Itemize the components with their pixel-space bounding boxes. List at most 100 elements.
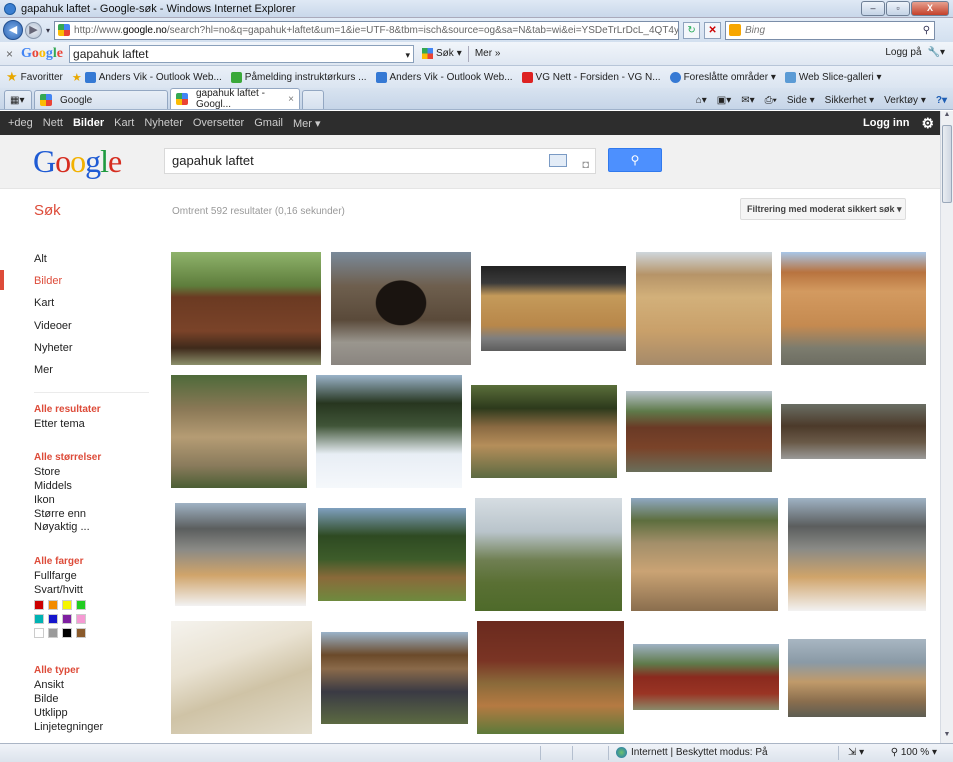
favorite-item[interactable]: Foreslåtte områder ▾ <box>669 71 776 83</box>
login-link[interactable]: Logg inn <box>863 117 909 129</box>
tools-menu[interactable]: Verktøy ▾ <box>884 95 926 106</box>
image-result[interactable] <box>626 391 772 472</box>
favorite-item[interactable]: Anders Vik - Outlook Web... <box>375 71 513 83</box>
gbar-more[interactable]: Mer ▾ <box>293 117 321 130</box>
gbar-maps[interactable]: Kart <box>114 117 134 129</box>
toolbar-search-button[interactable]: Søk ▾ <box>422 48 462 59</box>
color-swatch[interactable] <box>34 628 44 638</box>
gbar-web[interactable]: Nett <box>43 117 63 129</box>
image-result[interactable] <box>331 252 471 365</box>
sidebar-item-images[interactable]: Bilder <box>34 275 62 287</box>
close-tab-icon[interactable]: × <box>288 94 294 105</box>
filter-size-exact[interactable]: Nøyaktig ... <box>34 521 90 533</box>
gbar-images[interactable]: Bilder <box>73 117 104 129</box>
scroll-up-icon[interactable]: ▲ <box>942 111 952 123</box>
image-result[interactable] <box>631 498 778 611</box>
image-result[interactable] <box>481 266 626 351</box>
image-result[interactable] <box>318 508 466 601</box>
forward-button[interactable]: ▶ <box>25 21 42 39</box>
vertical-scrollbar[interactable]: ▲ ▼ <box>940 111 953 743</box>
image-result[interactable] <box>175 503 306 606</box>
image-result[interactable] <box>636 252 772 365</box>
help-menu[interactable]: ?▾ <box>936 95 947 106</box>
image-result[interactable] <box>471 385 617 478</box>
color-swatch[interactable] <box>48 614 58 624</box>
image-result[interactable] <box>171 621 312 734</box>
google-logo[interactable]: Google <box>33 143 122 180</box>
zoom-control[interactable]: ⚲ 100 % ▾ <box>891 747 937 758</box>
toolbar-search-input[interactable]: gapahuk laftet <box>69 44 415 63</box>
color-swatch[interactable] <box>34 600 44 610</box>
image-result[interactable] <box>781 252 926 365</box>
wrench-icon[interactable]: 🔧▾ <box>928 47 945 58</box>
filter-type-line-drawing[interactable]: Linjetegninger <box>34 721 103 733</box>
back-button[interactable]: ◀ <box>3 20 23 40</box>
minimize-button[interactable]: – <box>861 1 885 16</box>
gbar-translate[interactable]: Oversetter <box>193 117 244 129</box>
tab-google[interactable]: Google <box>34 90 168 109</box>
search-button[interactable]: ⚲ <box>608 148 662 172</box>
color-swatch[interactable] <box>34 614 44 624</box>
image-result[interactable] <box>477 621 624 734</box>
scroll-down-icon[interactable]: ▼ <box>942 731 952 743</box>
url-input[interactable]: http://www. google.no/search?hl=no&q=gapa… <box>54 20 680 40</box>
maximize-button[interactable]: ▫ <box>886 1 910 16</box>
toolbar-login-link[interactable]: Logg på <box>885 47 921 58</box>
favorites-button[interactable]: ★ Favoritter <box>6 69 63 85</box>
filter-all-colors[interactable]: Alle farger <box>34 556 83 567</box>
filter-all-sizes[interactable]: Alle størrelser <box>34 452 101 463</box>
color-swatch[interactable] <box>76 628 86 638</box>
filter-size-medium[interactable]: Middels <box>34 480 72 492</box>
filter-type-face[interactable]: Ansikt <box>34 679 64 691</box>
filter-type-photo[interactable]: Bilde <box>34 693 58 705</box>
color-swatch[interactable] <box>76 600 86 610</box>
favorite-item[interactable]: Web Slice-galleri ▾ <box>784 71 882 83</box>
keyboard-icon[interactable] <box>549 154 567 167</box>
scroll-thumb[interactable] <box>942 125 952 203</box>
image-result[interactable] <box>171 252 321 365</box>
bing-search-input[interactable]: Bing ⚲ <box>725 20 936 40</box>
toolbar-close-icon[interactable]: × <box>6 47 13 61</box>
image-result[interactable] <box>633 644 779 710</box>
home-icon[interactable]: ⌂▾ <box>696 95 707 106</box>
color-swatch[interactable] <box>48 628 58 638</box>
color-swatch[interactable] <box>48 600 58 610</box>
camera-icon[interactable]: ◘ <box>582 153 589 177</box>
favorite-item[interactable]: Påmelding instruktørkurs ... <box>230 71 367 83</box>
page-menu[interactable]: Side ▾ <box>787 95 815 106</box>
gbar-plus[interactable]: +deg <box>8 117 33 129</box>
security-zone[interactable]: Internett | Beskyttet modus: På <box>616 747 768 758</box>
search-icon[interactable]: ⚲ <box>923 25 930 36</box>
add-favorite-icon[interactable]: ★ <box>72 71 82 84</box>
close-window-button[interactable]: X <box>911 1 949 16</box>
protected-mode-icon[interactable]: ⇲ ▾ <box>848 747 864 758</box>
safe-search-button[interactable]: Filtrering med moderat sikkert søk ▾ <box>740 198 906 220</box>
safety-menu[interactable]: Sikkerhet ▾ <box>825 95 874 106</box>
sidebar-item-more[interactable]: Mer <box>34 364 53 376</box>
stop-icon[interactable]: ✕ <box>704 21 722 39</box>
color-swatch[interactable] <box>62 628 72 638</box>
image-result[interactable] <box>475 498 622 611</box>
gear-icon[interactable]: ⚙ <box>921 115 934 132</box>
color-swatch[interactable] <box>76 614 86 624</box>
filter-black-white[interactable]: Svart/hvitt <box>34 584 83 596</box>
image-result[interactable] <box>788 639 926 717</box>
favorite-item[interactable]: ★ Anders Vik - Outlook Web... <box>72 71 222 84</box>
quick-tabs-button[interactable]: ▦▾ <box>4 90 32 109</box>
image-result[interactable] <box>781 404 926 459</box>
mail-icon[interactable]: ✉▾ <box>741 95 754 106</box>
color-swatch[interactable] <box>62 614 72 624</box>
new-tab-button[interactable] <box>302 90 324 109</box>
filter-all-results[interactable]: Alle resultater <box>34 404 101 415</box>
filter-all-types[interactable]: Alle typer <box>34 665 80 676</box>
search-input[interactable]: gapahuk laftet ◘ <box>164 148 596 174</box>
filter-size-larger-than[interactable]: Større enn <box>34 508 86 520</box>
sidebar-item-maps[interactable]: Kart <box>34 297 54 309</box>
image-result[interactable] <box>171 375 307 488</box>
color-swatch[interactable] <box>62 600 72 610</box>
filter-by-topic[interactable]: Etter tema <box>34 418 85 430</box>
refresh-icon[interactable]: ↻ <box>683 21 701 39</box>
sidebar-item-all[interactable]: Alt <box>34 253 47 265</box>
image-result[interactable] <box>321 632 468 724</box>
image-result[interactable] <box>788 498 926 611</box>
